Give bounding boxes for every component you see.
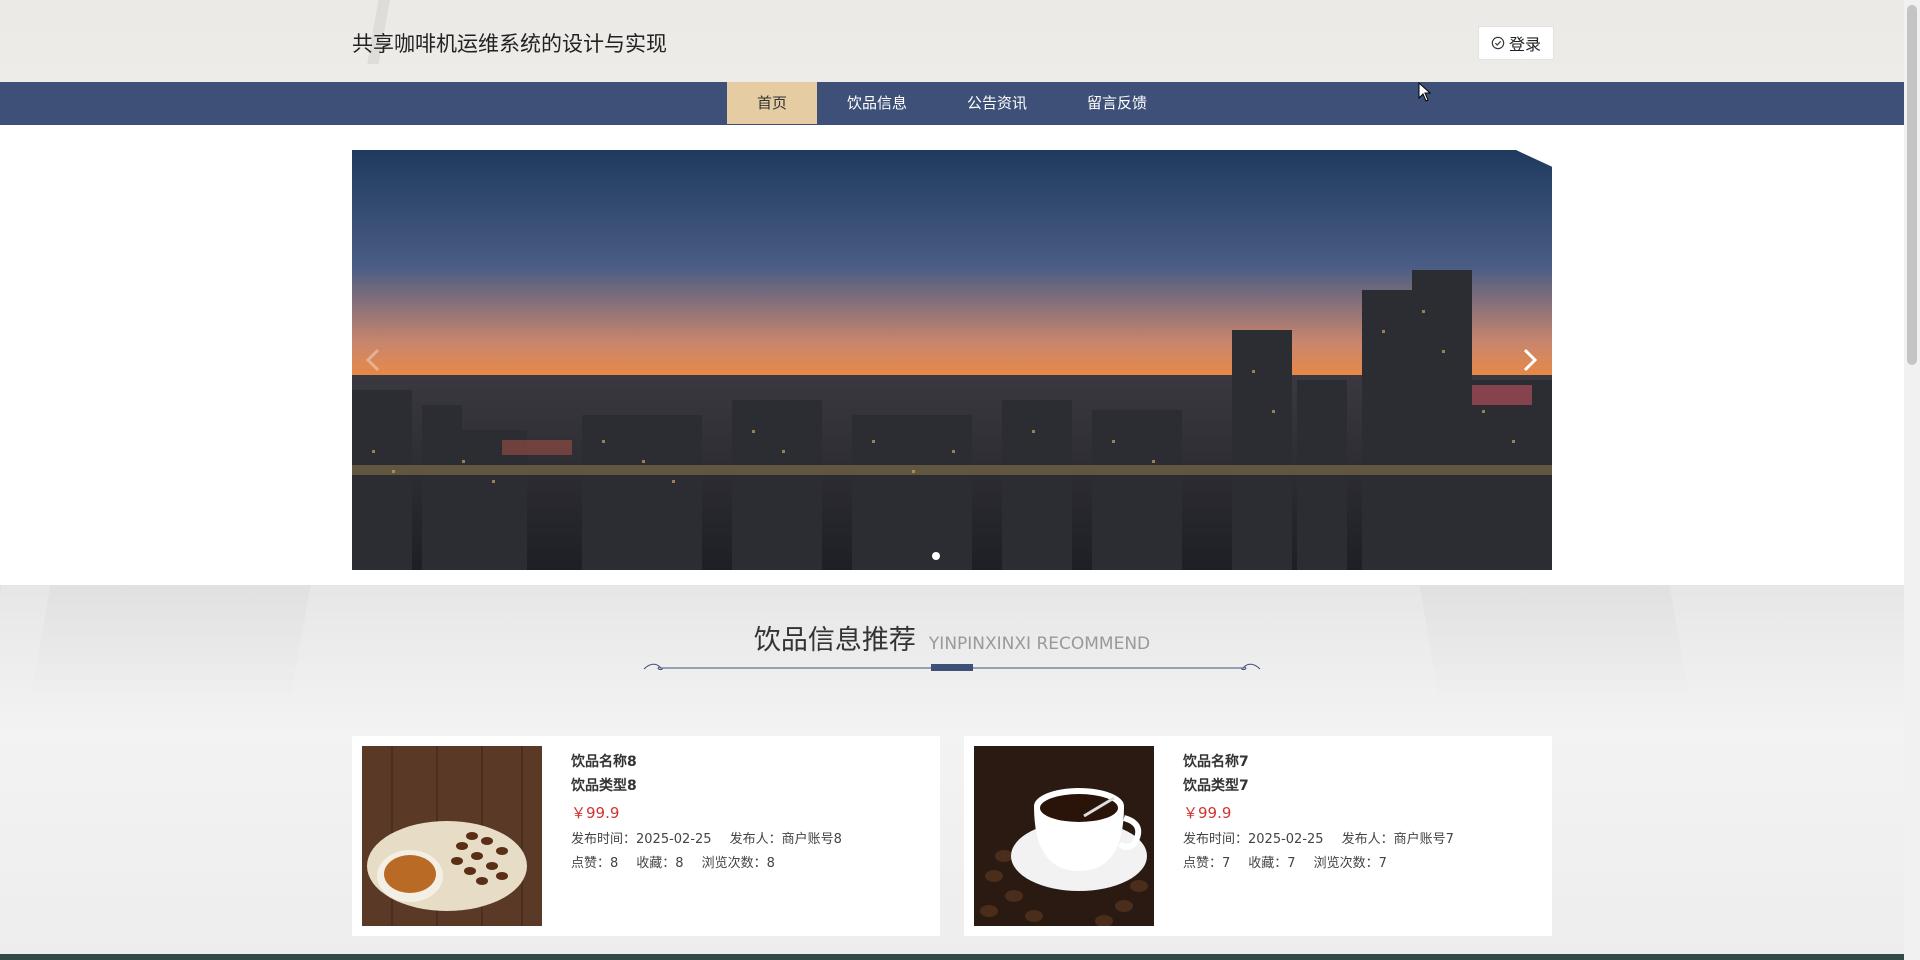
product-card[interactable]: 饮品名称8 饮品类型8 ￥99.9 发布时间：2025-02-25 发布人：商户账…: [352, 736, 940, 936]
view-count: 浏览次数：7: [1313, 856, 1387, 871]
product-stats-row: 点赞：8 收藏：8 浏览次数：8: [571, 852, 860, 876]
section-divider: [643, 663, 1261, 671]
product-type: 饮品类型8: [571, 778, 637, 794]
product-name[interactable]: 饮品名称8: [571, 750, 860, 774]
product-card[interactable]: 饮品名称7 饮品类型7 ￥99.9 发布时间：2025-02-25 发布人：商户账…: [964, 736, 1552, 936]
product-image[interactable]: [974, 746, 1154, 926]
header: 共享咖啡机运维系统的设计与实现 登录: [0, 0, 1904, 82]
product-meta-row: 发布时间：2025-02-25 发布人：商户账号8: [571, 828, 860, 852]
product-stats-row: 点赞：7 收藏：7 浏览次数：7: [1183, 852, 1472, 876]
page-scrollbar[interactable]: [1904, 0, 1920, 960]
section-title: 饮品信息推荐: [753, 625, 916, 656]
carousel-indicators: [932, 552, 940, 560]
nav-item-news[interactable]: 公告资讯: [937, 82, 1057, 124]
publish-time: 发布时间：2025-02-25: [1183, 832, 1324, 847]
like-count: 点赞：8: [571, 856, 619, 871]
view-count: 浏览次数：8: [701, 856, 775, 871]
product-type: 饮品类型7: [1183, 778, 1249, 794]
product-info: 饮品名称7 饮品类型7 ￥99.9 发布时间：2025-02-25 发布人：商户账…: [1183, 750, 1472, 876]
product-image[interactable]: [362, 746, 542, 926]
product-price: ￥99.9: [571, 804, 620, 822]
product-price: ￥99.9: [1183, 804, 1232, 822]
section-heading: 饮品信息推荐 YINPINXINXI RECOMMEND: [0, 618, 1904, 657]
nav-item-home[interactable]: 首页: [727, 82, 818, 124]
section-subtitle: YINPINXINXI RECOMMEND: [928, 634, 1151, 654]
publisher: 发布人：商户账号7: [1341, 832, 1454, 847]
footer-edge: [0, 954, 1904, 960]
favorite-count: 收藏：7: [1248, 856, 1296, 871]
like-count: 点赞：7: [1183, 856, 1231, 871]
publisher: 发布人：商户账号8: [729, 832, 842, 847]
carousel-prev-arrow-icon[interactable]: [358, 340, 388, 380]
banner-band-edge: [318, 125, 1586, 140]
scrollbar-thumb[interactable]: [1907, 5, 1917, 365]
publish-time: 发布时间：2025-02-25: [571, 832, 712, 847]
product-info: 饮品名称8 饮品类型8 ￥99.9 发布时间：2025-02-25 发布人：商户账…: [571, 750, 860, 876]
check-circle-icon: [1491, 36, 1505, 50]
nav-item-drinks[interactable]: 饮品信息: [817, 82, 937, 124]
login-button[interactable]: 登录: [1478, 26, 1554, 60]
mouse-cursor-icon: [1418, 82, 1432, 102]
city-skyline-image: [352, 150, 1552, 570]
nav-menu: 首页 饮品信息 公告资讯 留言反馈: [727, 82, 1177, 124]
nav-item-feedback[interactable]: 留言反馈: [1057, 82, 1177, 124]
login-label: 登录: [1508, 35, 1541, 54]
site-title: 共享咖啡机运维系统的设计与实现: [352, 32, 667, 56]
banner-carousel[interactable]: [352, 150, 1552, 570]
carousel-dot[interactable]: [932, 552, 940, 560]
favorite-count: 收藏：8: [636, 856, 684, 871]
product-meta-row: 发布时间：2025-02-25 发布人：商户账号7: [1183, 828, 1472, 852]
carousel-next-arrow-icon[interactable]: [1515, 340, 1545, 380]
product-name[interactable]: 饮品名称7: [1183, 750, 1472, 774]
